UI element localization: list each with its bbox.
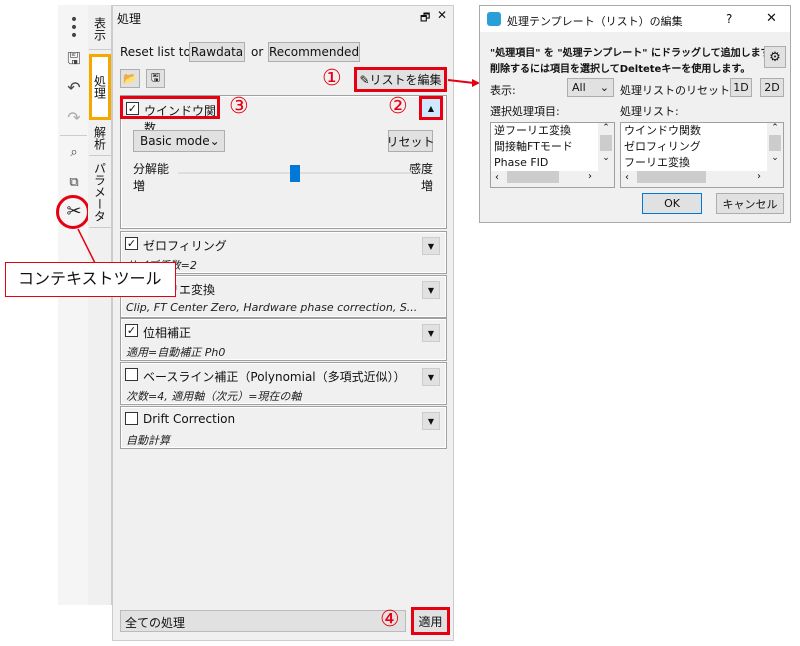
show-label: 表示: [490, 84, 516, 97]
processing-list[interactable]: ウインドウ関数 ゼロフィリング フーリエ変換 ⌃ ⌄ ‹ › [620, 122, 784, 188]
instruction-line-1: "処理項目" を "処理テンプレート" にドラッグして追加します。 [490, 48, 780, 59]
list-item[interactable]: ウインドウ関数 [621, 123, 783, 139]
callout-context-tool: コンテキストツール [5, 262, 176, 297]
edit-template-dialog: 処理テンプレート（リスト）の編集 ? ✕ "処理項目" を "処理テンプレート"… [479, 5, 791, 223]
help-button[interactable]: ? [726, 12, 732, 26]
show-select[interactable]: All ⌄ [567, 78, 614, 97]
cancel-button[interactable]: キャンセル [716, 193, 784, 214]
dialog-close-button[interactable]: ✕ [766, 11, 777, 26]
gear-icon: ⚙ [769, 49, 781, 65]
vertical-scrollbar[interactable]: ⌃ ⌄ [767, 123, 783, 171]
show-value: All [572, 81, 586, 94]
settings-button[interactable]: ⚙ [764, 46, 786, 68]
instruction-line-2: 削除するには項目を選択してDelteteキーを使用します。 [490, 64, 751, 75]
vertical-scrollbar[interactable]: ⌃ ⌄ [598, 123, 614, 171]
list-item[interactable]: 間接軸FTモード [491, 139, 614, 155]
dialog-title: 処理テンプレート（リスト）の編集 [507, 15, 683, 28]
list-item[interactable]: 逆フーリエ変換 [491, 123, 614, 139]
chevron-down-icon: ⌄ [599, 81, 609, 94]
selectable-items-label: 選択処理項目: [490, 105, 560, 118]
reset-1d-button[interactable]: 1D [730, 78, 752, 97]
list-item[interactable]: ゼロフィリング [621, 139, 783, 155]
ok-button[interactable]: OK [642, 193, 702, 214]
horizontal-scrollbar[interactable]: ‹ › [621, 171, 783, 187]
selectable-items-list[interactable]: 逆フーリエ変換 間接軸FTモード Phase FID ⌃ ⌄ ‹ › [490, 122, 615, 188]
horizontal-scrollbar[interactable]: ‹ › [491, 171, 614, 187]
reset-list-label: 処理リストのリセット: [620, 84, 734, 97]
list-item[interactable]: フーリエ変換 [621, 155, 783, 171]
list-item[interactable]: Phase FID [491, 155, 614, 171]
reset-2d-button[interactable]: 2D [760, 78, 784, 97]
processing-list-label: 処理リスト: [620, 105, 679, 118]
app-icon [487, 12, 501, 26]
